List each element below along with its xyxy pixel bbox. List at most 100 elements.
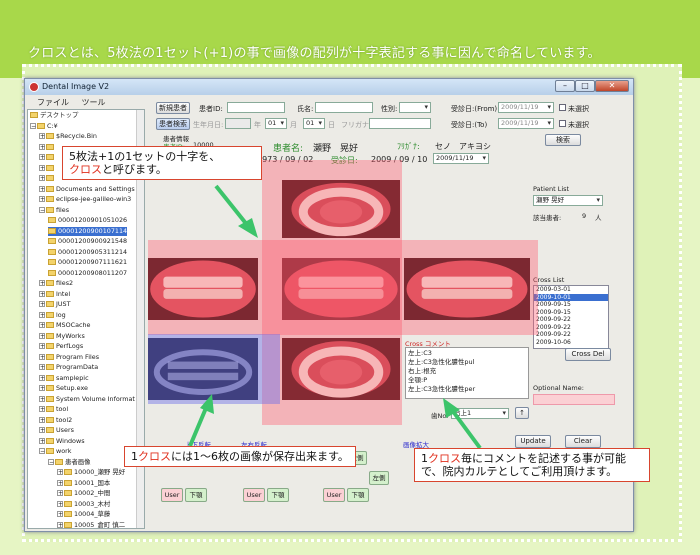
tree-node[interactable]: + xyxy=(39,164,56,173)
expand-toggle-icon[interactable]: + xyxy=(39,164,45,171)
patient-select[interactable]: 瀬野 晃好 xyxy=(533,195,603,206)
tree-node[interactable]: + System Volume Informat xyxy=(39,395,135,404)
sex-select[interactable] xyxy=(399,102,431,113)
expand-toggle-icon[interactable]: + xyxy=(39,311,45,318)
cross-list[interactable]: 2009-03-01 2009-10-01 2009-09-15 2009-09-15… xyxy=(533,285,609,349)
tree-node[interactable]: + JUST xyxy=(39,300,71,309)
tree-node[interactable]: − files xyxy=(39,206,69,215)
expand-toggle-icon[interactable]: + xyxy=(39,427,45,434)
tree-node[interactable]: + samplepic xyxy=(39,374,89,383)
tree-node[interactable]: + Setup.exe xyxy=(39,384,88,393)
expand-toggle-icon[interactable]: + xyxy=(57,521,63,528)
expand-toggle-icon[interactable]: + xyxy=(39,437,45,444)
expand-toggle-icon[interactable]: + xyxy=(39,175,45,182)
cross-list-item[interactable]: 2009-10-01 xyxy=(534,293,608,301)
expand-toggle-icon[interactable]: − xyxy=(39,206,45,213)
tree-node[interactable]: + PerfLogs xyxy=(39,342,83,351)
tree-node[interactable]: 00001200908011207 xyxy=(48,269,127,278)
tree-node[interactable]: + ProgramData xyxy=(39,363,98,372)
expand-toggle-icon[interactable]: + xyxy=(39,185,45,192)
tree-node[interactable]: + Program Files xyxy=(39,353,99,362)
birth-day-select[interactable]: 01 xyxy=(303,118,325,129)
update-button[interactable]: Update xyxy=(515,435,551,448)
tree-node[interactable]: + $Recycle.Bin xyxy=(39,132,97,141)
tree-node[interactable]: + log xyxy=(39,311,66,320)
tree-node[interactable]: + Documents and Settings xyxy=(39,185,135,194)
tree-node[interactable]: − work xyxy=(39,447,71,456)
patient-search-button[interactable]: 患者検索 xyxy=(156,118,190,130)
visit-from-date[interactable]: 2009/11/19 xyxy=(498,102,554,113)
expand-toggle-icon[interactable]: + xyxy=(39,143,45,150)
tree-node[interactable]: + tool xyxy=(39,405,68,414)
patient-id-input[interactable] xyxy=(227,102,285,113)
cross-list-item[interactable]: 2009-09-15 xyxy=(534,309,608,317)
expand-toggle-icon[interactable]: − xyxy=(48,458,54,465)
tooth-up-button[interactable]: ↑ xyxy=(515,407,529,419)
name-input[interactable] xyxy=(315,102,373,113)
expand-toggle-icon[interactable]: + xyxy=(39,406,45,413)
tree-node[interactable]: 00001200900107114 xyxy=(48,226,128,236)
expand-toggle-icon[interactable]: − xyxy=(39,448,45,455)
cross-list-item[interactable]: 2009-09-22 xyxy=(534,331,608,339)
tree-node[interactable]: + files2 xyxy=(39,279,73,288)
expand-toggle-icon[interactable]: + xyxy=(39,374,45,381)
tree-node[interactable]: +10005_倉町 慎二 xyxy=(57,521,125,528)
cross-list-item[interactable]: 2009-03-01 xyxy=(534,286,608,294)
tree-node[interactable]: + tool2 xyxy=(39,416,72,425)
cross-list-item[interactable]: 2009-10-06 xyxy=(534,339,608,347)
maximize-button[interactable]: □ xyxy=(575,80,595,92)
tooth-number-select[interactable]: 右上1 xyxy=(451,408,509,419)
user-button-1[interactable]: User xyxy=(161,488,183,502)
left-side-button-2[interactable]: 左側 xyxy=(369,471,389,485)
expand-toggle-icon[interactable]: + xyxy=(39,133,45,140)
cross-list-item[interactable]: 2009-09-15 xyxy=(534,301,608,309)
expand-toggle-icon[interactable]: + xyxy=(39,290,45,297)
tree-node[interactable]: − 患者画像 xyxy=(48,458,91,467)
expand-toggle-icon[interactable]: + xyxy=(57,479,63,486)
expand-toggle-icon[interactable]: + xyxy=(39,280,45,287)
tree-node[interactable]: + Users xyxy=(39,426,74,435)
expand-toggle-icon[interactable]: + xyxy=(39,301,45,308)
visit-to-date[interactable]: 2009/11/19 xyxy=(498,118,554,129)
tree-node[interactable]: +10002_中間 xyxy=(57,489,110,498)
expand-toggle-icon[interactable]: + xyxy=(39,196,45,203)
tree-node[interactable]: +10004_草藤 xyxy=(57,510,110,519)
tree-node[interactable]: + Windows xyxy=(39,437,85,446)
menu-file[interactable]: ファイル xyxy=(37,98,69,107)
menu-tools[interactable]: ツール xyxy=(82,98,106,107)
expand-toggle-icon[interactable]: + xyxy=(39,353,45,360)
expand-toggle-icon[interactable]: + xyxy=(39,395,45,402)
birth-month-select[interactable]: 01 xyxy=(265,118,287,129)
furigana-input[interactable] xyxy=(369,118,431,129)
search-button[interactable]: 検索 xyxy=(545,134,581,146)
expand-toggle-icon[interactable]: + xyxy=(57,469,63,476)
close-button[interactable]: ✕ xyxy=(595,80,629,92)
tree-node[interactable]: +10003_木村 xyxy=(57,500,110,509)
expand-toggle-icon[interactable]: + xyxy=(57,490,63,497)
cross-list-item[interactable]: 2009-09-22 xyxy=(534,316,608,324)
tree-node[interactable]: + xyxy=(39,153,56,162)
user-button-3[interactable]: User xyxy=(323,488,345,502)
expand-toggle-icon[interactable]: − xyxy=(30,122,36,129)
new-patient-button[interactable]: 新規患者 xyxy=(156,102,190,114)
cross-comment-textarea[interactable]: 左上:C3 左上:C3急性化膿性pul 右上:根充 全顎:P 左上:C3急性化膿性per xyxy=(405,347,529,399)
record-date-select[interactable]: 2009/11/19 xyxy=(433,153,489,164)
mandible-button-3[interactable]: 下顎 xyxy=(347,488,369,502)
tree-node[interactable]: + eclipse-jee-galileo-win3 xyxy=(39,195,131,204)
tree-node[interactable]: + xyxy=(39,174,56,183)
tree-node[interactable]: 00001200900921548 xyxy=(48,237,127,246)
tree-node[interactable]: + xyxy=(39,143,56,152)
expand-toggle-icon[interactable]: + xyxy=(57,500,63,507)
tree-node[interactable]: 00001200907111621 xyxy=(48,258,127,267)
visit-to-unselected-checkbox[interactable] xyxy=(559,120,566,127)
tree-node[interactable]: − C:¥ xyxy=(30,122,58,131)
user-button-2[interactable]: User xyxy=(243,488,265,502)
tree-node[interactable]: 00001200901051026 xyxy=(48,216,127,225)
minimize-button[interactable]: – xyxy=(555,80,575,92)
mandible-button-2[interactable]: 下顎 xyxy=(267,488,289,502)
tree-node[interactable]: +10001_国本 xyxy=(57,479,110,488)
expand-toggle-icon[interactable]: + xyxy=(39,385,45,392)
tree-node[interactable]: +10000_瀬野 晃好 xyxy=(57,468,125,477)
cross-delete-button[interactable]: Cross Del xyxy=(565,348,611,361)
expand-toggle-icon[interactable]: + xyxy=(39,416,45,423)
